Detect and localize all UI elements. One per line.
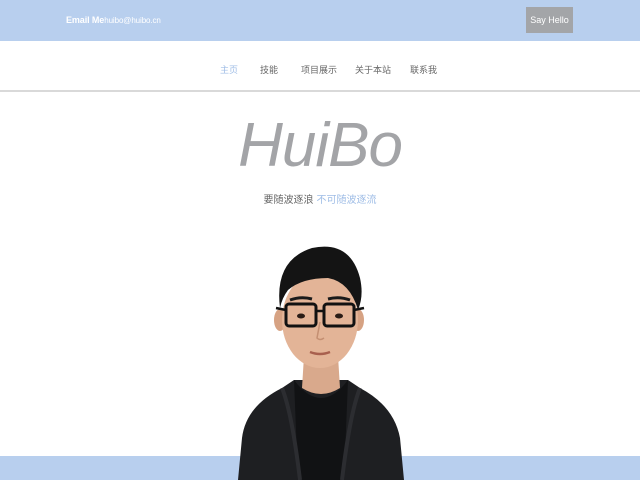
slogan: 要随波逐浪 不可随波逐流: [0, 191, 640, 206]
site-logo: HuiBo: [238, 111, 403, 180]
email-label: Email Me: [66, 15, 105, 25]
nav-item-projects[interactable]: 项目展示: [301, 63, 337, 76]
nav-item-home[interactable]: 主页: [220, 63, 238, 76]
main-nav: 主页 技能 项目展示 关于本站 联系我: [0, 41, 640, 90]
top-header-bar: Email Mehuibo@huibo.cn Say Hello: [0, 0, 640, 41]
nav-item-contact[interactable]: 联系我: [410, 63, 437, 76]
email-address[interactable]: huibo@huibo.cn: [104, 16, 161, 25]
portrait-photo: [238, 246, 404, 480]
slogan-accent: 不可随波逐流: [316, 195, 377, 206]
email-contact[interactable]: Email Mehuibo@huibo.cn: [66, 15, 161, 25]
nav-item-skills[interactable]: 技能: [260, 63, 278, 76]
slogan-primary: 要随波逐浪: [263, 195, 314, 206]
nav-divider: [0, 90, 640, 92]
nav-item-about[interactable]: 关于本站: [355, 63, 391, 76]
say-hello-button[interactable]: Say Hello: [526, 7, 573, 33]
